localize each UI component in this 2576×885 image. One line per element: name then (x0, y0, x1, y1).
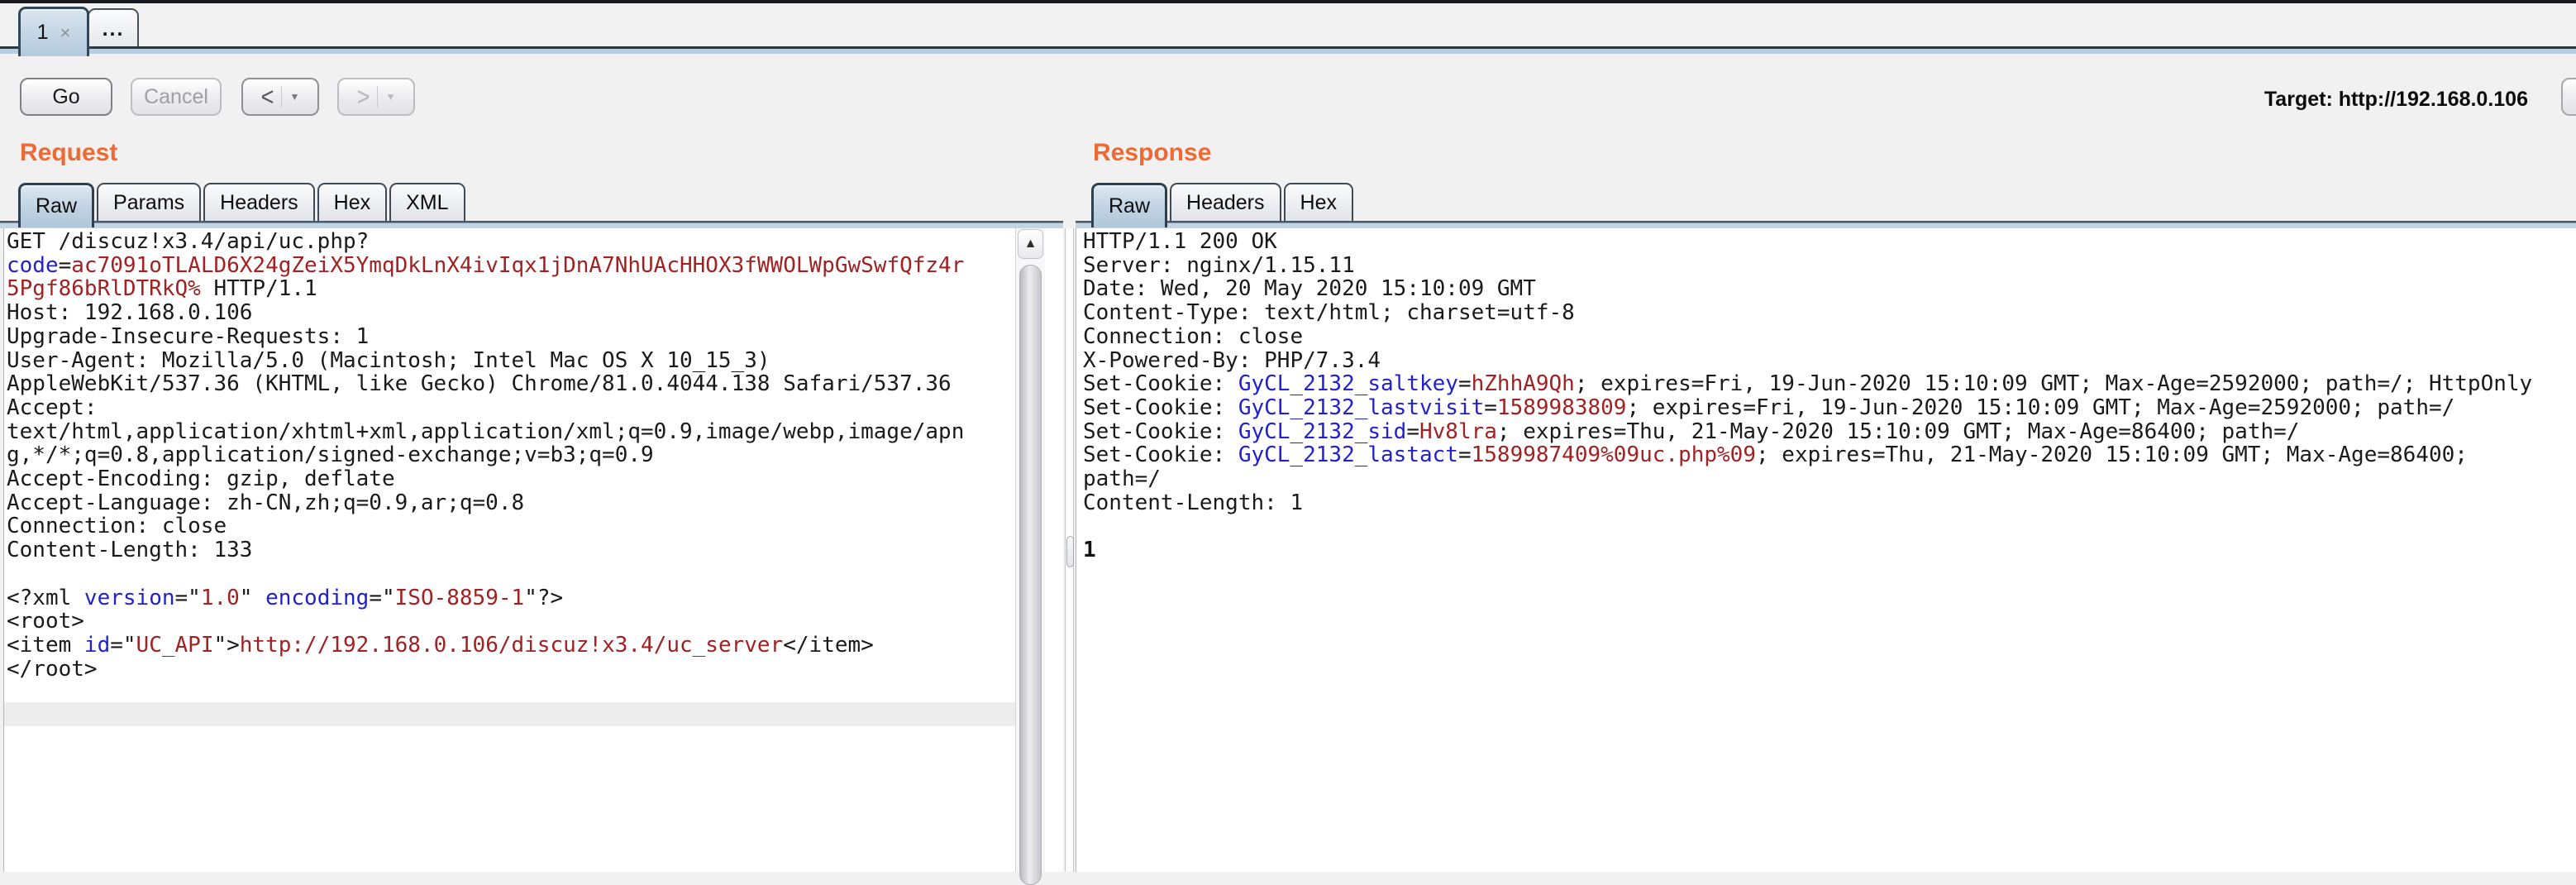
splitter-grip[interactable] (1066, 536, 1074, 567)
repeater-tab-more-label: ... (103, 17, 125, 41)
button-divider (377, 86, 378, 108)
panel-splitter[interactable] (1065, 228, 1074, 872)
tab-label: XML (406, 191, 448, 215)
request-tab-raw[interactable]: Raw (18, 183, 94, 227)
close-icon[interactable]: × (60, 24, 71, 42)
tab-label: Hex (1300, 191, 1337, 215)
previous-request-button[interactable]: < ▼ (241, 78, 319, 116)
request-caret-line-highlight (4, 702, 1015, 726)
response-panel-title: Response (1093, 139, 1211, 167)
tab-label: Params (113, 191, 184, 215)
tab-label: Headers (220, 191, 298, 215)
request-scrollbar-thumb[interactable] (1019, 265, 1042, 885)
cancel-button[interactable]: Cancel (131, 78, 222, 116)
chevron-down-icon[interactable]: ▼ (289, 91, 299, 103)
right-chevron-icon: > (357, 82, 370, 112)
tab-label: Raw (1109, 194, 1150, 218)
tab-strip-border (0, 46, 2576, 54)
left-chevron-icon: < (261, 82, 274, 112)
repeater-tab-1[interactable]: 1 × (18, 7, 89, 56)
go-button-label: Go (52, 85, 79, 109)
chevron-down-icon: ▼ (385, 91, 395, 103)
request-tab-hex[interactable]: Hex (317, 183, 387, 221)
response-view-tabs: Raw Headers Hex (1091, 183, 1356, 221)
scroll-up-icon[interactable]: ▲ (1018, 229, 1043, 259)
request-view-tabs: Raw Params Headers Hex XML (18, 183, 468, 221)
response-tab-raw[interactable]: Raw (1091, 183, 1167, 227)
repeater-tab-more[interactable]: ... (88, 8, 139, 48)
tab-label: Headers (1186, 191, 1265, 215)
button-divider (281, 86, 282, 108)
tab-label: Raw (36, 194, 77, 218)
next-request-button[interactable]: > ▼ (337, 78, 415, 116)
cancel-button-label: Cancel (144, 85, 208, 109)
request-raw-text[interactable]: GET /discuz!x3.4/api/uc.php?code=ac7091o… (7, 230, 967, 705)
request-pane-border (0, 221, 1063, 228)
response-pane-border (1076, 221, 2576, 228)
target-host-label: Target: http://192.168.0.106 (2264, 88, 2528, 112)
edit-target-button[interactable] (2561, 78, 2576, 116)
response-raw-text[interactable]: HTTP/1.1 200 OK Server: nginx/1.15.11 Da… (1083, 230, 2542, 562)
request-scrollbar[interactable]: ▲ (1015, 228, 1045, 872)
tab-label: Hex (334, 191, 370, 215)
request-tab-params[interactable]: Params (97, 183, 201, 221)
response-tab-hex[interactable]: Hex (1284, 183, 1353, 221)
repeater-tab-label: 1 (37, 21, 49, 45)
request-tab-headers[interactable]: Headers (203, 183, 315, 221)
request-panel-title: Request (20, 139, 117, 167)
go-button[interactable]: Go (20, 78, 112, 116)
response-tab-headers[interactable]: Headers (1170, 183, 1281, 221)
request-tab-xml[interactable]: XML (389, 183, 465, 221)
repeater-tab-bar (0, 3, 2576, 46)
